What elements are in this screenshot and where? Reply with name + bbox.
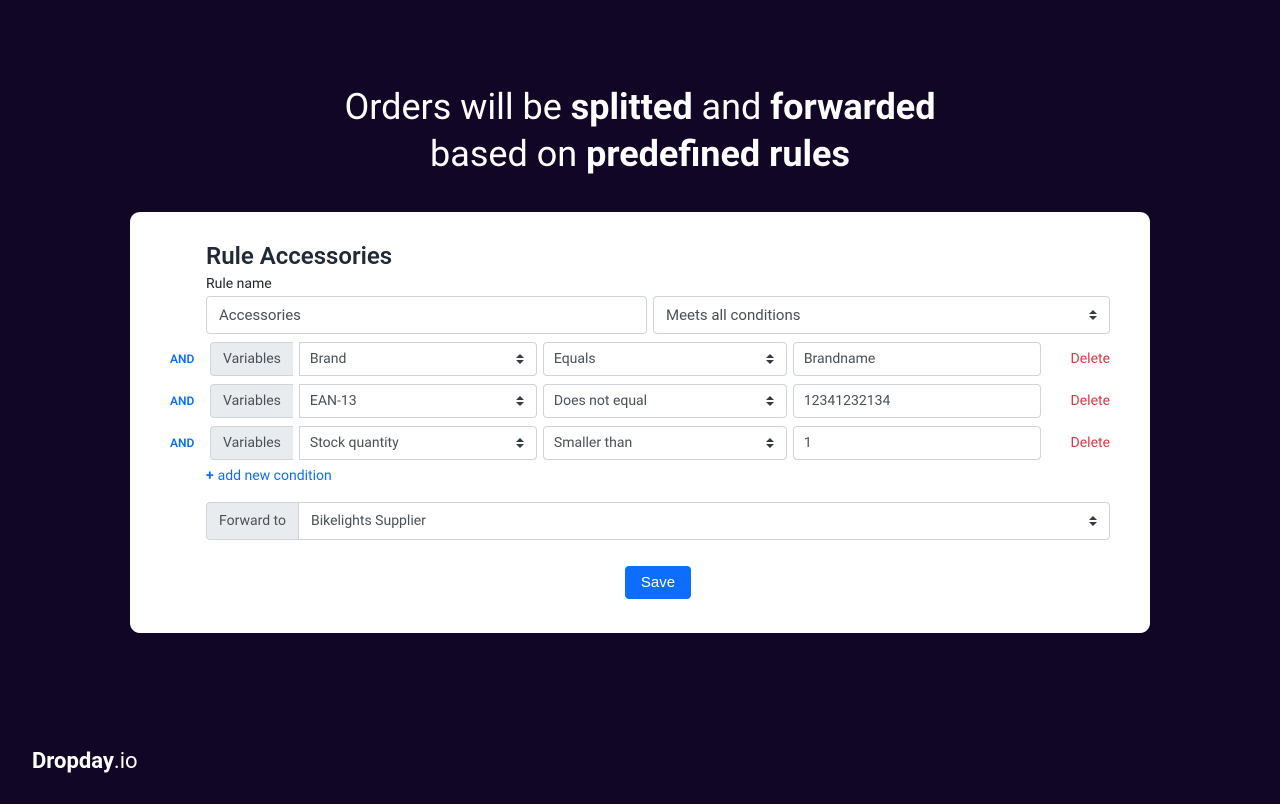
- condition-variable-select[interactable]: Brand: [299, 342, 537, 376]
- condition-variable-value: Stock quantity: [310, 435, 399, 451]
- add-condition-label: add new condition: [218, 468, 332, 484]
- variables-prefix-label: Variables: [210, 342, 293, 376]
- headline-bold-2: forwarded: [770, 86, 935, 128]
- condition-row: AND Variables Brand Equals Brandname Del…: [170, 342, 1110, 376]
- condition-row: AND Variables EAN-13 Does not equal 1234…: [170, 384, 1110, 418]
- chevron-sort-icon: [1089, 308, 1099, 322]
- brand-rest: .io: [114, 749, 138, 774]
- delete-condition-button[interactable]: Delete: [1053, 393, 1110, 409]
- condition-variable-select[interactable]: EAN-13: [299, 384, 537, 418]
- and-operator-label: AND: [170, 394, 204, 408]
- chevron-sort-icon: [516, 352, 526, 366]
- condition-value-text: 1: [804, 435, 812, 451]
- condition-variable-value: EAN-13: [310, 393, 357, 409]
- condition-operator-value: Does not equal: [554, 393, 647, 409]
- add-condition-button[interactable]: + add new condition: [206, 468, 332, 484]
- headline-text: and: [693, 86, 771, 128]
- condition-value-text: 12341232134: [804, 393, 891, 409]
- forward-to-label: Forward to: [206, 502, 298, 540]
- headline-bold-3: predefined rules: [586, 133, 850, 175]
- and-operator-label: AND: [170, 436, 204, 450]
- condition-row: AND Variables Stock quantity Smaller tha…: [170, 426, 1110, 460]
- condition-operator-value: Smaller than: [554, 435, 632, 451]
- condition-value-text: Brandname: [804, 351, 875, 367]
- card-title: Rule Accessories: [206, 242, 1110, 270]
- condition-value-input[interactable]: Brandname: [793, 342, 1041, 376]
- save-button[interactable]: Save: [625, 566, 691, 599]
- forward-to-select[interactable]: Bikelights Supplier: [298, 502, 1110, 540]
- rule-name-row: Accessories Meets all conditions: [206, 296, 1110, 334]
- chevron-sort-icon: [516, 436, 526, 450]
- brand-logo: Dropday.io: [32, 749, 138, 774]
- chevron-sort-icon: [766, 352, 776, 366]
- delete-condition-button[interactable]: Delete: [1053, 435, 1110, 451]
- variables-prefix-label: Variables: [210, 384, 293, 418]
- chevron-sort-icon: [1089, 514, 1099, 528]
- rule-name-value: Accessories: [219, 306, 301, 324]
- chevron-sort-icon: [766, 394, 776, 408]
- headline-text: Orders will be: [345, 86, 571, 128]
- plus-icon: +: [206, 469, 214, 483]
- variables-prefix-label: Variables: [210, 426, 293, 460]
- condition-value-input[interactable]: 1: [793, 426, 1041, 460]
- chevron-sort-icon: [766, 436, 776, 450]
- match-mode-value: Meets all conditions: [666, 306, 800, 324]
- rule-name-input[interactable]: Accessories: [206, 296, 647, 334]
- match-mode-select[interactable]: Meets all conditions: [653, 296, 1110, 334]
- condition-value-input[interactable]: 12341232134: [793, 384, 1041, 418]
- delete-condition-button[interactable]: Delete: [1053, 351, 1110, 367]
- chevron-sort-icon: [516, 394, 526, 408]
- condition-operator-select[interactable]: Equals: [543, 342, 787, 376]
- condition-operator-select[interactable]: Smaller than: [543, 426, 787, 460]
- headline-text: based on: [430, 133, 586, 175]
- rule-editor-card: Rule Accessories Rule name Accessories M…: [130, 212, 1150, 633]
- brand-bold: Dropday: [32, 749, 114, 774]
- and-operator-label: AND: [170, 352, 204, 366]
- condition-variable-select[interactable]: Stock quantity: [299, 426, 537, 460]
- forward-to-row: Forward to Bikelights Supplier: [206, 502, 1110, 540]
- condition-operator-value: Equals: [554, 351, 596, 367]
- headline-bold-1: splitted: [571, 86, 693, 128]
- condition-variable-value: Brand: [310, 351, 346, 367]
- marketing-headline: Orders will be splitted and forwarded ba…: [0, 84, 1280, 178]
- rule-name-label: Rule name: [206, 276, 1110, 292]
- forward-to-value: Bikelights Supplier: [311, 513, 426, 529]
- condition-operator-select[interactable]: Does not equal: [543, 384, 787, 418]
